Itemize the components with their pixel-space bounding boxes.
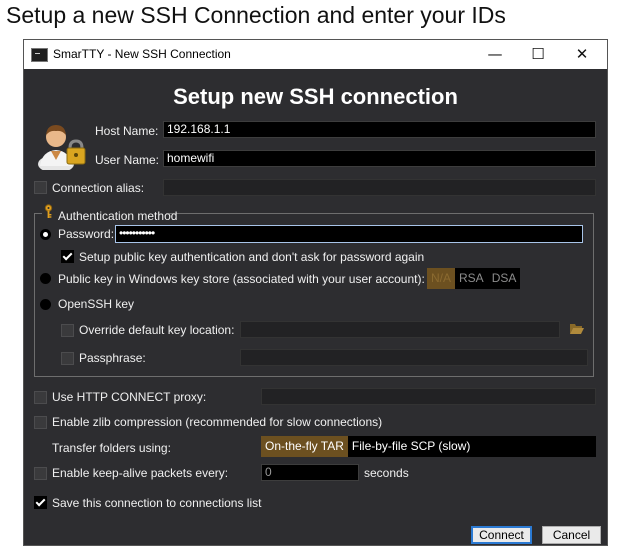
title-bar: SmarTTY - New SSH Connection — ☐ ✕ bbox=[24, 40, 607, 69]
setup-public-key-checkbox[interactable] bbox=[61, 250, 74, 263]
openssh-key-label: OpenSSH key bbox=[58, 297, 135, 311]
transfer-on-the-fly-tar[interactable]: On-the-fly TAR bbox=[261, 436, 348, 457]
transfer-file-by-file-scp[interactable]: File-by-file SCP (slow) bbox=[348, 436, 474, 457]
password-label: Password: bbox=[58, 227, 115, 241]
transfer-folders-label: Transfer folders using: bbox=[52, 441, 171, 455]
connection-alias-label: Connection alias: bbox=[52, 181, 145, 195]
windows-key-store-label: Public key in Windows key store (associa… bbox=[58, 272, 425, 286]
ssh-connection-window: SmarTTY - New SSH Connection — ☐ ✕ Setup… bbox=[23, 39, 608, 546]
override-key-location-label: Override default key location: bbox=[79, 323, 235, 337]
setup-public-key-label: Setup public key authentication and don'… bbox=[79, 250, 425, 264]
zlib-compression-checkbox[interactable] bbox=[34, 416, 47, 429]
minimize-button[interactable]: — bbox=[480, 44, 510, 64]
terminal-app-icon bbox=[31, 48, 48, 62]
caption: Setup a new SSH Connection and enter you… bbox=[6, 2, 506, 28]
passphrase-input[interactable] bbox=[240, 349, 588, 366]
connect-button[interactable]: Connect bbox=[471, 526, 532, 544]
key-location-input[interactable] bbox=[240, 321, 560, 338]
windows-key-store-radio[interactable] bbox=[40, 273, 51, 284]
host-name-label: Host Name: bbox=[95, 124, 159, 138]
openssh-key-radio[interactable] bbox=[40, 299, 51, 310]
close-button[interactable]: ✕ bbox=[567, 44, 597, 64]
passphrase-label: Passphrase: bbox=[79, 351, 146, 365]
key-type-dsa[interactable]: DSA bbox=[488, 268, 521, 289]
password-input[interactable]: ••••••••••• bbox=[115, 225, 583, 243]
passphrase-checkbox[interactable] bbox=[61, 352, 74, 365]
http-proxy-checkbox[interactable] bbox=[34, 391, 47, 404]
window-title: SmarTTY - New SSH Connection bbox=[53, 47, 231, 61]
key-type-na[interactable]: N/A bbox=[427, 268, 456, 289]
override-key-location-checkbox[interactable] bbox=[61, 324, 74, 337]
zlib-compression-label: Enable zlib compression (recommended for… bbox=[52, 415, 383, 429]
user-name-input[interactable]: homewifi bbox=[163, 150, 596, 167]
save-connection-checkbox[interactable] bbox=[34, 496, 47, 509]
connection-alias-input[interactable] bbox=[163, 179, 596, 196]
folder-open-icon[interactable] bbox=[569, 322, 585, 335]
connection-alias-checkbox[interactable] bbox=[34, 181, 47, 194]
transfer-mode-selector: On-the-fly TAR File-by-file SCP (slow) bbox=[261, 436, 596, 457]
cancel-button[interactable]: Cancel bbox=[542, 526, 601, 544]
authentication-legend: Authentication method bbox=[42, 204, 177, 223]
save-connection-label: Save this connection to connections list bbox=[52, 496, 262, 510]
keep-alive-checkbox[interactable] bbox=[34, 467, 47, 480]
host-name-input[interactable]: 192.168.1.1 bbox=[163, 121, 596, 138]
keep-alive-interval-input[interactable]: 0 bbox=[261, 464, 359, 481]
key-icon bbox=[44, 204, 53, 218]
password-radio[interactable] bbox=[40, 229, 51, 240]
user-name-label: User Name: bbox=[95, 153, 160, 167]
http-proxy-label: Use HTTP CONNECT proxy: bbox=[52, 390, 207, 404]
dialog-heading: Setup new SSH connection bbox=[173, 84, 458, 109]
keep-alive-label: Enable keep-alive packets every: bbox=[52, 466, 229, 480]
authentication-legend-label: Authentication method bbox=[58, 209, 178, 223]
key-type-selector: N/A RSA DSA bbox=[427, 268, 521, 289]
user-lock-icon bbox=[38, 125, 86, 170]
keep-alive-unit-label: seconds bbox=[364, 466, 409, 480]
http-proxy-input[interactable] bbox=[261, 388, 596, 405]
maximize-button[interactable]: ☐ bbox=[523, 44, 553, 64]
key-type-rsa[interactable]: RSA bbox=[455, 268, 488, 289]
